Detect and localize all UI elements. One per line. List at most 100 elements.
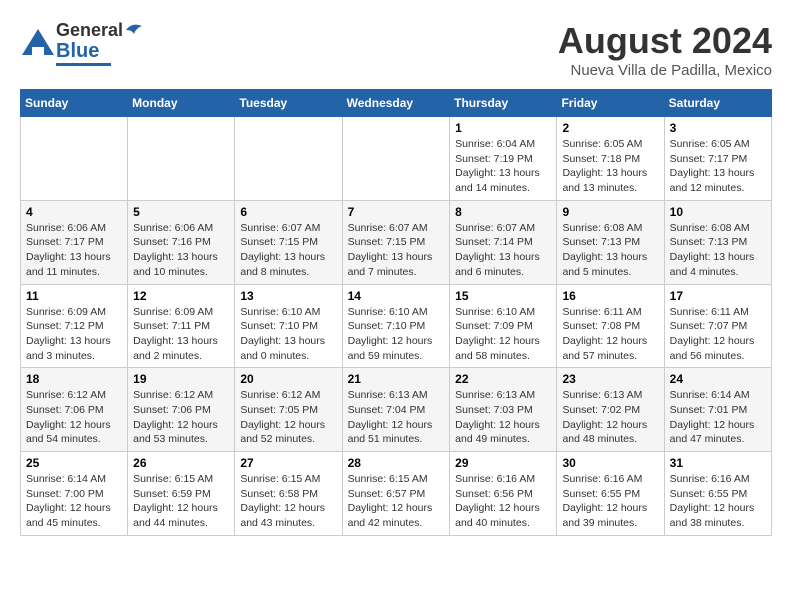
page-header: General Blue August 2024 Nueva Villa de … [20, 20, 772, 79]
day-number: 11 [26, 289, 122, 303]
day-info: Sunrise: 6:13 AM Sunset: 7:02 PM Dayligh… [562, 388, 658, 447]
calendar-cell: 7 Sunrise: 6:07 AM Sunset: 7:15 PM Daylig… [342, 200, 450, 284]
day-info: Sunrise: 6:15 AM Sunset: 6:59 PM Dayligh… [133, 472, 229, 531]
day-info: Sunrise: 6:07 AM Sunset: 7:14 PM Dayligh… [455, 221, 551, 280]
day-number: 16 [562, 289, 658, 303]
calendar-cell: 25 Sunrise: 6:14 AM Sunset: 7:00 PM Dayli… [21, 452, 128, 536]
calendar-cell: 20 Sunrise: 6:12 AM Sunset: 7:05 PM Dayli… [235, 368, 342, 452]
day-number: 21 [348, 372, 445, 386]
day-number: 10 [670, 205, 766, 219]
weekday-header: Wednesday [342, 90, 450, 117]
day-number: 18 [26, 372, 122, 386]
day-number: 28 [348, 456, 445, 470]
day-info: Sunrise: 6:05 AM Sunset: 7:18 PM Dayligh… [562, 137, 658, 196]
day-number: 23 [562, 372, 658, 386]
calendar-cell: 8 Sunrise: 6:07 AM Sunset: 7:14 PM Daylig… [450, 200, 557, 284]
calendar-cell: 30 Sunrise: 6:16 AM Sunset: 6:55 PM Dayli… [557, 452, 664, 536]
day-info: Sunrise: 6:08 AM Sunset: 7:13 PM Dayligh… [670, 221, 766, 280]
calendar-cell: 29 Sunrise: 6:16 AM Sunset: 6:56 PM Dayli… [450, 452, 557, 536]
day-number: 24 [670, 372, 766, 386]
day-number: 17 [670, 289, 766, 303]
day-info: Sunrise: 6:11 AM Sunset: 7:07 PM Dayligh… [670, 305, 766, 364]
day-info: Sunrise: 6:10 AM Sunset: 7:10 PM Dayligh… [240, 305, 336, 364]
day-number: 19 [133, 372, 229, 386]
weekday-header: Friday [557, 90, 664, 117]
calendar-cell: 5Sunrise: 6:06 AM Sunset: 7:16 PM Daylig… [128, 200, 235, 284]
day-info: Sunrise: 6:05 AM Sunset: 7:17 PM Dayligh… [670, 137, 766, 196]
day-number: 5 [133, 205, 229, 219]
day-number: 26 [133, 456, 229, 470]
day-info: Sunrise: 6:10 AM Sunset: 7:10 PM Dayligh… [348, 305, 445, 364]
logo-text: General Blue [56, 20, 144, 66]
day-info: Sunrise: 6:15 AM Sunset: 6:57 PM Dayligh… [348, 472, 445, 531]
calendar-cell: 14 Sunrise: 6:10 AM Sunset: 7:10 PM Dayli… [342, 284, 450, 368]
weekday-header: Monday [128, 90, 235, 117]
day-number: 30 [562, 456, 658, 470]
calendar-cell: 1Sunrise: 6:04 AM Sunset: 7:19 PM Daylig… [450, 117, 557, 201]
day-info: Sunrise: 6:12 AM Sunset: 7:06 PM Dayligh… [133, 388, 229, 447]
calendar-cell [128, 117, 235, 201]
day-info: Sunrise: 6:07 AM Sunset: 7:15 PM Dayligh… [348, 221, 445, 280]
calendar-week-row: 4Sunrise: 6:06 AM Sunset: 7:17 PM Daylig… [21, 200, 772, 284]
day-info: Sunrise: 6:16 AM Sunset: 6:55 PM Dayligh… [670, 472, 766, 531]
day-info: Sunrise: 6:13 AM Sunset: 7:03 PM Dayligh… [455, 388, 551, 447]
calendar-week-row: 25 Sunrise: 6:14 AM Sunset: 7:00 PM Dayli… [21, 452, 772, 536]
logo-general: General [56, 20, 123, 41]
day-info: Sunrise: 6:09 AM Sunset: 7:12 PM Dayligh… [26, 305, 122, 364]
calendar-cell: 31 Sunrise: 6:16 AM Sunset: 6:55 PM Dayli… [664, 452, 771, 536]
calendar-cell [21, 117, 128, 201]
weekday-header: Tuesday [235, 90, 342, 117]
day-number: 13 [240, 289, 336, 303]
day-number: 20 [240, 372, 336, 386]
day-info: Sunrise: 6:14 AM Sunset: 7:00 PM Dayligh… [26, 472, 122, 531]
month-year-title: August 2024 [558, 20, 772, 62]
calendar-table: SundayMondayTuesdayWednesdayThursdayFrid… [20, 89, 772, 536]
calendar-cell: 11 Sunrise: 6:09 AM Sunset: 7:12 PM Dayli… [21, 284, 128, 368]
logo-bird-icon [124, 20, 144, 40]
calendar-cell: 10 Sunrise: 6:08 AM Sunset: 7:13 PM Dayli… [664, 200, 771, 284]
day-number: 7 [348, 205, 445, 219]
day-number: 9 [562, 205, 658, 219]
logo-underline [56, 63, 111, 66]
day-number: 25 [26, 456, 122, 470]
calendar-cell: 3Sunrise: 6:05 AM Sunset: 7:17 PM Daylig… [664, 117, 771, 201]
calendar-cell: 26 Sunrise: 6:15 AM Sunset: 6:59 PM Dayli… [128, 452, 235, 536]
day-number: 27 [240, 456, 336, 470]
calendar-cell: 22Sunrise: 6:13 AM Sunset: 7:03 PM Dayli… [450, 368, 557, 452]
calendar-cell: 23 Sunrise: 6:13 AM Sunset: 7:02 PM Dayli… [557, 368, 664, 452]
calendar-cell: 24Sunrise: 6:14 AM Sunset: 7:01 PM Dayli… [664, 368, 771, 452]
day-info: Sunrise: 6:06 AM Sunset: 7:17 PM Dayligh… [26, 221, 122, 280]
day-info: Sunrise: 6:04 AM Sunset: 7:19 PM Dayligh… [455, 137, 551, 196]
calendar-cell: 17 Sunrise: 6:11 AM Sunset: 7:07 PM Dayli… [664, 284, 771, 368]
logo: General Blue [20, 20, 144, 66]
calendar-cell: 27 Sunrise: 6:15 AM Sunset: 6:58 PM Dayli… [235, 452, 342, 536]
day-info: Sunrise: 6:16 AM Sunset: 6:55 PM Dayligh… [562, 472, 658, 531]
calendar-cell: 9 Sunrise: 6:08 AM Sunset: 7:13 PM Daylig… [557, 200, 664, 284]
calendar-cell: 12 Sunrise: 6:09 AM Sunset: 7:11 PM Dayli… [128, 284, 235, 368]
day-info: Sunrise: 6:10 AM Sunset: 7:09 PM Dayligh… [455, 305, 551, 364]
calendar-cell [235, 117, 342, 201]
calendar-cell [342, 117, 450, 201]
weekday-header: Sunday [21, 90, 128, 117]
day-number: 31 [670, 456, 766, 470]
day-info: Sunrise: 6:12 AM Sunset: 7:06 PM Dayligh… [26, 388, 122, 447]
day-number: 29 [455, 456, 551, 470]
calendar-week-row: 1Sunrise: 6:04 AM Sunset: 7:19 PM Daylig… [21, 117, 772, 201]
location-subtitle: Nueva Villa de Padilla, Mexico [558, 62, 772, 79]
day-number: 8 [455, 205, 551, 219]
day-info: Sunrise: 6:11 AM Sunset: 7:08 PM Dayligh… [562, 305, 658, 364]
day-info: Sunrise: 6:15 AM Sunset: 6:58 PM Dayligh… [240, 472, 336, 531]
logo-blue-text: Blue [56, 41, 144, 61]
calendar-week-row: 18 Sunrise: 6:12 AM Sunset: 7:06 PM Dayli… [21, 368, 772, 452]
day-info: Sunrise: 6:08 AM Sunset: 7:13 PM Dayligh… [562, 221, 658, 280]
day-number: 2 [562, 121, 658, 135]
day-number: 6 [240, 205, 336, 219]
calendar-cell: 4Sunrise: 6:06 AM Sunset: 7:17 PM Daylig… [21, 200, 128, 284]
day-info: Sunrise: 6:09 AM Sunset: 7:11 PM Dayligh… [133, 305, 229, 364]
calendar-cell: 18 Sunrise: 6:12 AM Sunset: 7:06 PM Dayli… [21, 368, 128, 452]
day-number: 14 [348, 289, 445, 303]
day-info: Sunrise: 6:12 AM Sunset: 7:05 PM Dayligh… [240, 388, 336, 447]
day-number: 12 [133, 289, 229, 303]
day-info: Sunrise: 6:16 AM Sunset: 6:56 PM Dayligh… [455, 472, 551, 531]
calendar-cell: 21Sunrise: 6:13 AM Sunset: 7:04 PM Dayli… [342, 368, 450, 452]
